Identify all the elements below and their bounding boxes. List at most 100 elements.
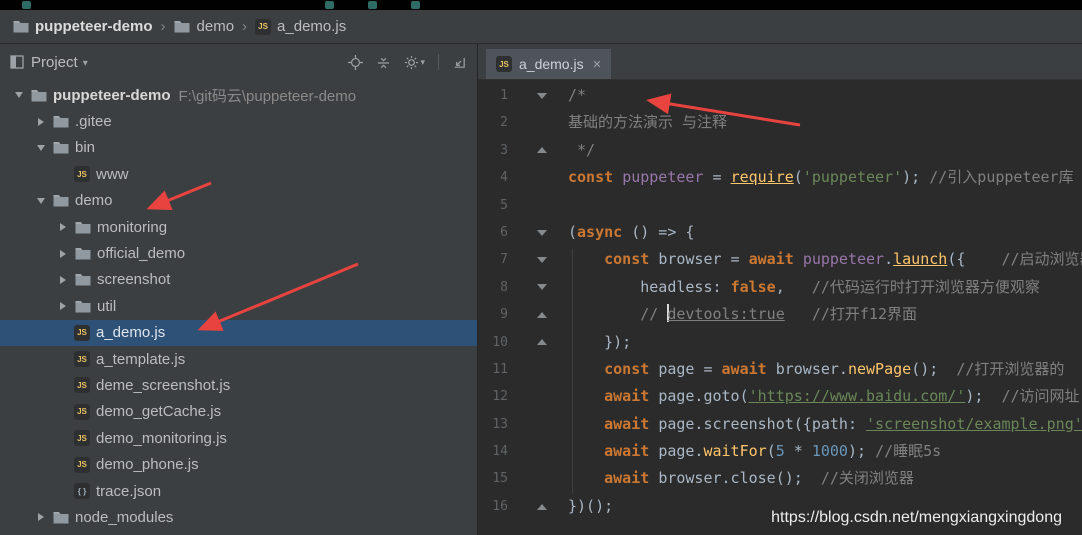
tree-item-deme_screenshot.js[interactable]: JS deme_screenshot.js [0,372,477,398]
gutter-line: 11 [478,356,550,383]
code-line[interactable]: const puppeteer = require('puppeteer'); … [568,164,1082,191]
code-token: puppeteer [622,168,713,187]
project-panel-title[interactable]: Project [31,54,78,71]
tree-item-a_demo.js[interactable]: JS a_demo.js [0,319,477,346]
line-number[interactable]: 16 [478,493,508,520]
fold-end-icon[interactable] [534,311,550,318]
fold-open-icon[interactable] [534,284,550,291]
gutter-line: 2 [478,109,550,136]
tree-item-util[interactable]: util [0,293,477,319]
line-number[interactable]: 2 [478,109,508,136]
code-editor[interactable]: 1 2 3 4 5 6 7 8 9 10 11 12 13 14 15 16 /* 基础的方法演示 与注释 */… [478,80,1082,535]
line-number[interactable]: 6 [478,219,508,246]
code-line[interactable]: headless: false, //代码运行时打开浏览器方便观察 [568,274,1082,301]
titlebar-icon[interactable] [325,1,334,9]
project-panel-header: Project ▾ ▾ [0,44,477,80]
code-line[interactable]: 基础的方法演示 与注释 [568,109,1082,136]
expanded-arrow-icon[interactable] [8,92,30,99]
project-panel: Project ▾ ▾ puppeteer-demo F:\git码云\puppe… [0,44,478,535]
folder-icon [74,272,91,288]
breadcrumb-item-a_demo.js[interactable]: JS a_demo.js [255,18,346,35]
code-line[interactable]: await page.screenshot({path: 'screenshot… [568,411,1082,438]
line-number[interactable]: 5 [478,192,508,219]
tree-item-trace.json[interactable]: { } trace.json [0,478,477,504]
tree-item-official_demo[interactable]: official_demo [0,240,477,266]
collapsed-arrow-icon[interactable] [30,513,52,522]
tree-item-label: demo [75,192,113,210]
fold-end-icon[interactable] [534,503,550,510]
code-line[interactable]: await page.goto('https://www.baidu.com/'… [568,383,1082,410]
tree-item-a_template.js[interactable]: JS a_template.js [0,346,477,372]
collapse-all-icon[interactable] [376,55,391,70]
fold-end-icon[interactable] [534,339,550,346]
gutter-line: 8 [478,274,550,301]
line-number[interactable]: 7 [478,246,508,273]
collapsed-arrow-icon[interactable] [52,275,74,284]
line-number[interactable]: 8 [478,274,508,301]
line-number[interactable]: 4 [478,164,508,191]
titlebar-icon[interactable] [22,1,31,9]
settings-icon[interactable]: ▾ [404,55,425,70]
code-line[interactable]: */ [568,137,1082,164]
close-icon[interactable]: × [593,56,602,73]
tree-item-demo[interactable]: demo [0,188,477,214]
code-line[interactable]: (async () => { [568,219,1082,246]
tree-item-puppeteer-demo[interactable]: puppeteer-demo F:\git码云\puppeteer-demo [0,82,477,108]
expanded-arrow-icon[interactable] [30,144,52,151]
fold-open-icon[interactable] [534,257,550,264]
locate-icon[interactable] [348,54,364,70]
breadcrumb-item-demo[interactable]: demo [174,18,234,35]
folder-icon [52,140,69,156]
line-number[interactable]: 3 [478,137,508,164]
titlebar-icon[interactable] [368,1,377,9]
gutter-line: 6 [478,219,550,246]
collapsed-arrow-icon[interactable] [30,117,52,126]
tree-item-demo_phone.js[interactable]: JS demo_phone.js [0,451,477,477]
code-line[interactable]: await page.waitFor(5 * 1000); //睡眠5s [568,438,1082,465]
line-number[interactable]: 12 [478,383,508,410]
tree-item-node_modules[interactable]: node_modules [0,504,477,530]
tree-item-screenshot[interactable]: screenshot [0,267,477,293]
collapsed-arrow-icon[interactable] [52,249,74,258]
line-number[interactable]: 13 [478,411,508,438]
code-line[interactable]: // devtools:true //打开f12界面 [568,301,1082,328]
tree-item-.gitee[interactable]: .gitee [0,108,477,134]
expanded-arrow-icon[interactable] [30,197,52,204]
tree-item-monitoring[interactable]: monitoring [0,214,477,240]
fold-open-icon[interactable] [534,92,550,99]
fold-open-icon[interactable] [534,229,550,236]
tree-item-label: node_modules [75,508,174,526]
chevron-down-icon[interactable]: ▾ [83,58,88,69]
collapsed-arrow-icon[interactable] [52,302,74,311]
code-line[interactable]: const browser = await puppeteer.launch({… [568,246,1082,273]
json-file-icon: { } [74,483,90,500]
code-line[interactable]: }); [568,329,1082,356]
code-line[interactable] [568,192,1082,219]
code-line[interactable]: /* [568,82,1082,109]
tab-a_demo-js[interactable]: JS a_demo.js × [486,49,612,79]
code-token: async [577,222,623,241]
breadcrumb-item-puppeteer-demo[interactable]: puppeteer-demo [12,18,153,35]
tree-item-demo_monitoring.js[interactable]: JS demo_monitoring.js [0,425,477,451]
fold-end-icon[interactable] [534,147,550,154]
line-number[interactable]: 14 [478,438,508,465]
code-token: 5 [775,442,785,461]
hide-icon[interactable] [452,55,467,70]
tree-item-bin[interactable]: bin [0,135,477,161]
code-line[interactable]: const page = await browser.newPage(); //… [568,356,1082,383]
tree-item-label: demo_monitoring.js [96,429,227,447]
code-line[interactable]: await browser.close(); //关闭浏览器 [568,465,1082,492]
code-token: 'screenshot/example.png' [866,414,1082,433]
tree-item-demo_getCache.js[interactable]: JS demo_getCache.js [0,399,477,425]
line-number[interactable]: 15 [478,465,508,492]
collapsed-arrow-icon[interactable] [52,223,74,232]
line-number[interactable]: 9 [478,301,508,328]
code-token: //睡眠5s [875,442,942,461]
titlebar-icon[interactable] [411,1,420,9]
line-number[interactable]: 10 [478,329,508,356]
code-token: await [604,387,659,406]
line-number[interactable]: 11 [478,356,508,383]
line-number[interactable]: 1 [478,82,508,109]
tree-item-www[interactable]: JS www [0,161,477,187]
